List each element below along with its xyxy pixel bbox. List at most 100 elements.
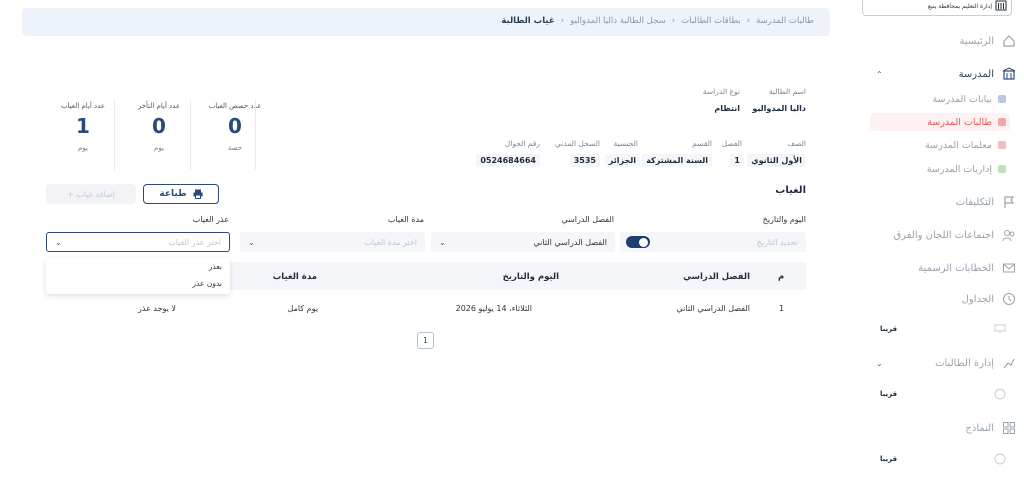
grade-label: الصف — [787, 139, 806, 148]
sidebar-item-assignments[interactable]: التكليفات — [870, 192, 1020, 212]
student-name: داليا المدواليو — [752, 104, 806, 113]
chevron-down-icon: ⌄ — [55, 237, 62, 247]
sidebar-subitem-school-data[interactable]: بيانات المدرسة — [870, 90, 1010, 108]
dropdown-option[interactable]: بدون عذر — [46, 275, 230, 292]
stat-late-days: عدد أيام التأخر 0 يوم — [124, 102, 194, 152]
sidebar-subitem-school-teachers[interactable]: معلمات المدرسة — [870, 136, 1010, 154]
print-button[interactable]: طباعة — [143, 184, 219, 204]
duration-placeholder: اختر مدة الغياب — [364, 237, 417, 247]
breadcrumb-separator: ‹ — [560, 16, 565, 26]
dropdown-option[interactable]: بعذر — [46, 258, 230, 275]
track-value: السنة المشتركة — [642, 154, 712, 167]
civil-id-value: 3535 — [569, 154, 600, 167]
sidebar-subitem-school-students[interactable]: طالبات المدرسة — [870, 113, 1010, 131]
mail-icon — [1003, 263, 1015, 273]
sidebar-item-forms[interactable]: النماذج — [870, 418, 1020, 438]
breadcrumb: طالبات المدرسة ‹ بطاقات الطالبات ‹ سجل ا… — [501, 16, 814, 26]
sidebar-subitem-label: إداريات المدرسة — [926, 163, 992, 175]
soon-badge: قريبا — [876, 390, 902, 398]
breadcrumb-separator: ‹ — [671, 16, 676, 26]
excuse-select[interactable]: اختر عذر الغياب ⌄ — [46, 232, 230, 252]
civil-id-label: السجل المدني — [555, 139, 600, 148]
sidebar-item-home[interactable]: الرئيسية — [870, 31, 1020, 51]
home-icon — [1003, 35, 1015, 47]
bullet-icon — [998, 165, 1006, 173]
cell-duration: يوم كامل — [287, 304, 318, 313]
sidebar-item-school[interactable]: ⌃ المدرسة — [870, 64, 1020, 84]
sidebar-item-label: الرئيسية — [959, 35, 994, 47]
section-title: الغياب — [775, 185, 806, 196]
soon-badge: قريبا — [876, 325, 902, 333]
date-toggle[interactable] — [626, 236, 650, 248]
chevron-up-icon: ⌃ — [876, 69, 883, 79]
excuse-placeholder: اختر عذر الغياب — [168, 237, 221, 247]
divider — [255, 100, 256, 170]
column-header-index: م — [778, 272, 785, 282]
stat-value: 0 — [152, 114, 166, 138]
bullet-icon — [998, 141, 1006, 149]
sidebar-soon-row: قريبا — [866, 386, 1006, 402]
sidebar-subitem-label: طالبات المدرسة — [927, 116, 992, 128]
duration-select[interactable]: اختر مدة الغياب ⌄ — [240, 232, 425, 252]
bullet-icon — [998, 118, 1006, 126]
sidebar-soon-row: قريبا — [866, 321, 1006, 337]
print-button-label: طباعة — [159, 189, 187, 199]
class-value: 1 — [730, 154, 744, 167]
date-filter-label: اليوم والتاريخ — [762, 215, 806, 224]
nationality-label: الجنسية — [613, 139, 638, 148]
office-label: إدارة التعليم بمحافظة ينبع — [927, 3, 992, 10]
breadcrumb-item[interactable]: طالبات المدرسة — [756, 16, 814, 26]
mobile-label: رقم الجوال — [504, 139, 540, 148]
add-absence-button[interactable]: + إضافة غياب — [46, 184, 136, 204]
excuse-dropdown-menu: بعذر بدون عذر — [46, 258, 230, 294]
sidebar-item-schedules[interactable]: الجداول — [870, 289, 1020, 309]
stat-absent-periods: عدد حصص الغياب 0 حصة — [200, 102, 270, 152]
stat-value: 1 — [76, 114, 90, 138]
breadcrumb-item[interactable]: بطاقات الطالبات — [681, 16, 741, 26]
printer-icon — [193, 189, 203, 199]
grade-value: الأول الثانوي — [747, 154, 806, 167]
flag-icon — [1004, 196, 1015, 208]
study-type-label: نوع الدراسة — [702, 87, 740, 96]
mobile-value: 0524684664 — [476, 154, 540, 167]
semester-value: الفصل الدراسي الثاني — [533, 237, 607, 247]
sidebar-item-letters[interactable]: الخطابات الرسمية — [870, 258, 1020, 278]
chevron-down-icon: ⌄ — [876, 358, 883, 368]
palette-icon — [994, 453, 1006, 465]
toggle-knob — [639, 237, 648, 247]
name-label: اسم الطالبة — [768, 87, 806, 96]
grid-icon — [1003, 422, 1015, 434]
breadcrumb-separator: ‹ — [746, 16, 751, 26]
sidebar-item-label: اجتماعات اللجان والفرق — [893, 229, 994, 241]
column-header-duration: مدة الغياب — [272, 272, 317, 282]
users-icon — [1002, 230, 1015, 242]
pagination-page[interactable]: 1 — [417, 332, 434, 349]
track-label: القسم — [692, 139, 712, 148]
class-label: الفصل — [721, 139, 742, 148]
sidebar-item-label: المدرسة — [958, 68, 994, 80]
semester-select[interactable]: الفصل الدراسي الثاني ⌄ — [431, 232, 615, 252]
cell-index: 1 — [779, 304, 785, 313]
bullet-icon — [998, 95, 1006, 103]
sidebar-item-meetings[interactable]: اجتماعات اللجان والفرق — [870, 225, 1020, 245]
sidebar-item-label: التكليفات — [955, 196, 994, 208]
chevron-down-icon: ⌄ — [439, 237, 446, 247]
building-icon — [995, 0, 1007, 11]
date-placeholder: تحديد التاريخ — [756, 237, 798, 247]
stat-value: 0 — [228, 114, 242, 138]
chevron-down-icon: ⌄ — [248, 237, 255, 247]
sidebar-subitem-school-admins[interactable]: إداريات المدرسة — [870, 160, 1010, 178]
column-header-date: اليوم والتاريخ — [502, 272, 559, 282]
school-icon — [1002, 67, 1016, 80]
breadcrumb-current: غياب الطالبة — [501, 16, 555, 26]
clock-icon — [1003, 293, 1015, 305]
sidebar-item-label: الجداول — [961, 293, 994, 305]
stat-label: عدد أيام التأخر — [137, 102, 181, 110]
stat-absent-days: عدد أيام الغياب 1 يوم — [48, 102, 118, 152]
sidebar-subitem-label: معلمات المدرسة — [925, 139, 992, 151]
cell-date: الثلاثاء، 14 يوليو 2026 — [455, 304, 532, 313]
sidebar-item-students-admin[interactable]: ⌄ إدارة الطالبات — [870, 353, 1020, 373]
nationality-value: الجزائر — [604, 154, 640, 167]
study-type-value: انتظام — [714, 104, 740, 113]
breadcrumb-item[interactable]: سجل الطالبة داليا المدواليو — [570, 16, 666, 26]
